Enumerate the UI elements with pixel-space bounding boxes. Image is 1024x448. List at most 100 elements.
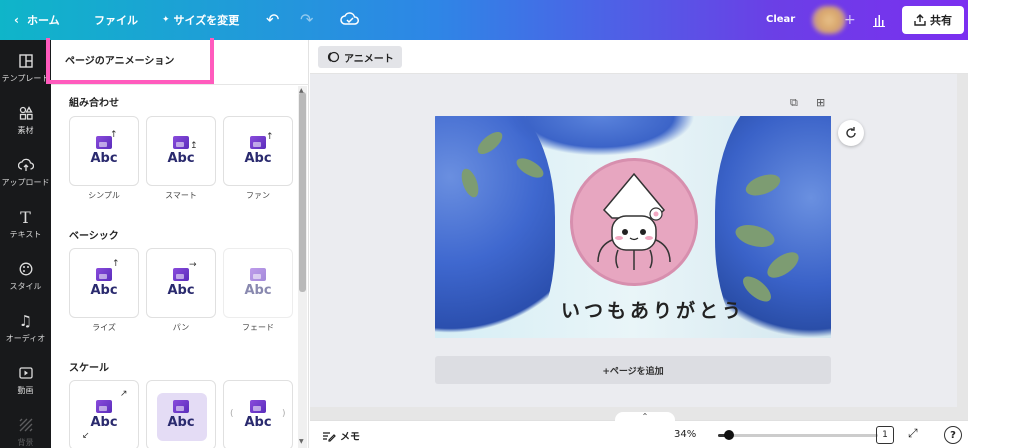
arrow-right-icon: → — [189, 260, 197, 270]
design-canvas[interactable]: いつもありがとう — [435, 116, 831, 338]
page-count-button[interactable]: 1 — [876, 426, 894, 444]
animation-card-scale-3[interactable]: ( ) Abc — [223, 380, 293, 448]
rail-label: テンプレート — [1, 74, 50, 83]
animation-card-fan[interactable]: ↑ Abc — [223, 116, 293, 186]
add-collaborator-icon[interactable]: + — [844, 12, 856, 28]
card-preview-text: Abc — [167, 415, 195, 430]
squid-illustration — [597, 172, 671, 270]
animation-card-pan[interactable]: → Abc — [146, 248, 216, 318]
cloud-upload-icon — [17, 156, 35, 174]
file-menu-button[interactable]: ファイル — [94, 12, 138, 28]
sparkle-icon: ✦ — [162, 15, 170, 25]
undo-button[interactable]: ↶ — [266, 10, 279, 29]
avatar[interactable] — [812, 6, 846, 34]
rail-item-text[interactable]: T テキスト — [0, 208, 51, 240]
animate-label: アニメート — [344, 53, 394, 65]
insights-button[interactable] — [866, 7, 892, 33]
canvas-vertical-scrollbar[interactable] — [957, 74, 968, 407]
rail-label: 背景 — [17, 438, 34, 447]
home-label: ホーム — [26, 14, 60, 27]
rail-item-styles[interactable]: スタイル — [0, 260, 51, 292]
refresh-plus-icon — [846, 127, 856, 138]
card-preview-text: Abc — [167, 151, 195, 166]
save-status-button[interactable] — [340, 10, 360, 31]
scroll-down-icon[interactable]: ▼ — [299, 438, 304, 445]
rail-item-templates[interactable]: テンプレート — [0, 52, 51, 84]
card-preview-text: Abc — [167, 283, 195, 298]
resize-button[interactable]: ✦ サイズを変更 — [162, 12, 239, 28]
zoom-slider[interactable] — [718, 434, 878, 437]
section-title-scale: スケール — [69, 363, 109, 374]
add-page-icon[interactable]: ⊞ — [816, 96, 825, 109]
clear-text: Clear — [766, 14, 796, 25]
redo-button[interactable]: ↷ — [300, 10, 313, 29]
rail-label: テキスト — [9, 230, 42, 239]
duplicate-page-icon[interactable]: ⧉ — [790, 96, 798, 110]
panel-title: ページのアニメーション — [65, 56, 175, 67]
palette-icon — [17, 260, 35, 278]
expand-pages-toggle[interactable]: ⌃ — [615, 412, 675, 422]
panel-scrollbar-thumb[interactable] — [299, 92, 306, 292]
arrow-down-left-icon: ↙ — [82, 431, 90, 441]
redo-icon: ↷ — [300, 10, 314, 29]
card-preview-text: Abc — [244, 283, 272, 298]
animation-card-scale-1[interactable]: ↗ ↙ Abc — [69, 380, 139, 448]
design-message-text[interactable]: いつもありがとう — [561, 296, 745, 323]
card-label: ファン — [246, 191, 270, 200]
notes-button[interactable]: メモ — [322, 428, 360, 443]
image-icon — [250, 400, 266, 413]
rail-item-background[interactable]: 背景 — [0, 416, 51, 448]
help-button[interactable]: ? — [944, 426, 962, 444]
rail-label: オーディオ — [5, 334, 46, 343]
memo-label: メモ — [340, 432, 360, 443]
card-preview-text: Abc — [244, 415, 272, 430]
animate-button[interactable]: アニメート — [318, 46, 402, 68]
template-icon — [17, 52, 35, 70]
chevron-up-icon: ⌃ — [641, 412, 649, 421]
arrow-up-icon: ↑ — [110, 130, 118, 140]
bar-chart-icon — [873, 15, 885, 27]
share-label: 共有 — [930, 14, 952, 27]
home-button[interactable]: ‹ ホーム — [14, 12, 60, 28]
cloud-check-icon — [340, 12, 359, 25]
card-label: フェード — [242, 323, 274, 332]
animation-card-fade[interactable]: Abc — [223, 248, 293, 318]
fullscreen-icon[interactable]: ⤢ — [908, 426, 918, 441]
music-note-icon: ♫ — [18, 312, 33, 330]
animation-panel: ページのアニメーション 組み合わせ ↑ Abc シンプル ↥ Abc スマート … — [46, 38, 309, 448]
text-icon: T — [20, 207, 31, 227]
notes-icon — [323, 431, 336, 442]
animation-card-smart[interactable]: ↥ Abc — [146, 116, 216, 186]
rail-label: スタイル — [9, 282, 42, 291]
elements-icon — [17, 104, 35, 122]
bottom-bar: ⌃ メモ 34% 1 ⤢ ? — [310, 412, 968, 448]
zoom-slider-handle[interactable] — [723, 430, 734, 440]
arrow-up-icon: ↑ — [112, 259, 120, 269]
hydrangea-left — [435, 116, 555, 338]
animation-card-rise[interactable]: ↑ Abc — [69, 248, 139, 318]
animation-card-scale-2[interactable]: Abc — [146, 380, 216, 448]
image-icon — [173, 136, 189, 149]
zoom-level: 34% — [674, 429, 697, 440]
regenerate-button[interactable] — [838, 120, 864, 146]
card-label: パン — [172, 323, 190, 332]
arrow-up-icon: ↥ — [190, 141, 198, 151]
rail-item-uploads[interactable]: アップロード — [0, 156, 51, 188]
image-icon — [173, 400, 189, 413]
image-icon — [173, 268, 189, 281]
rail-item-elements[interactable]: 素材 — [0, 104, 51, 136]
rail-label: 動画 — [17, 386, 34, 395]
chevron-left-icon: ‹ — [14, 13, 19, 27]
top-bar: ‹ ホーム ファイル ✦ サイズを変更 ↶ ↷ Clear + 共有 — [0, 0, 968, 40]
rail-item-video[interactable]: 動画 — [0, 364, 51, 396]
image-icon — [250, 268, 266, 281]
scroll-up-icon[interactable]: ▲ — [299, 87, 304, 94]
animation-card-simple[interactable]: ↑ Abc — [69, 116, 139, 186]
canvas-workspace: ⧉ ⊞ いつもありがとう +ページを追加 — [310, 40, 968, 420]
add-page-button[interactable]: +ページを追加 — [435, 356, 831, 384]
bracket-left-icon: ( — [230, 409, 234, 419]
share-icon — [914, 14, 926, 26]
arrow-up-icon: ↑ — [266, 132, 274, 142]
share-button[interactable]: 共有 — [902, 6, 964, 34]
rail-item-audio[interactable]: ♫ オーディオ — [0, 312, 51, 344]
